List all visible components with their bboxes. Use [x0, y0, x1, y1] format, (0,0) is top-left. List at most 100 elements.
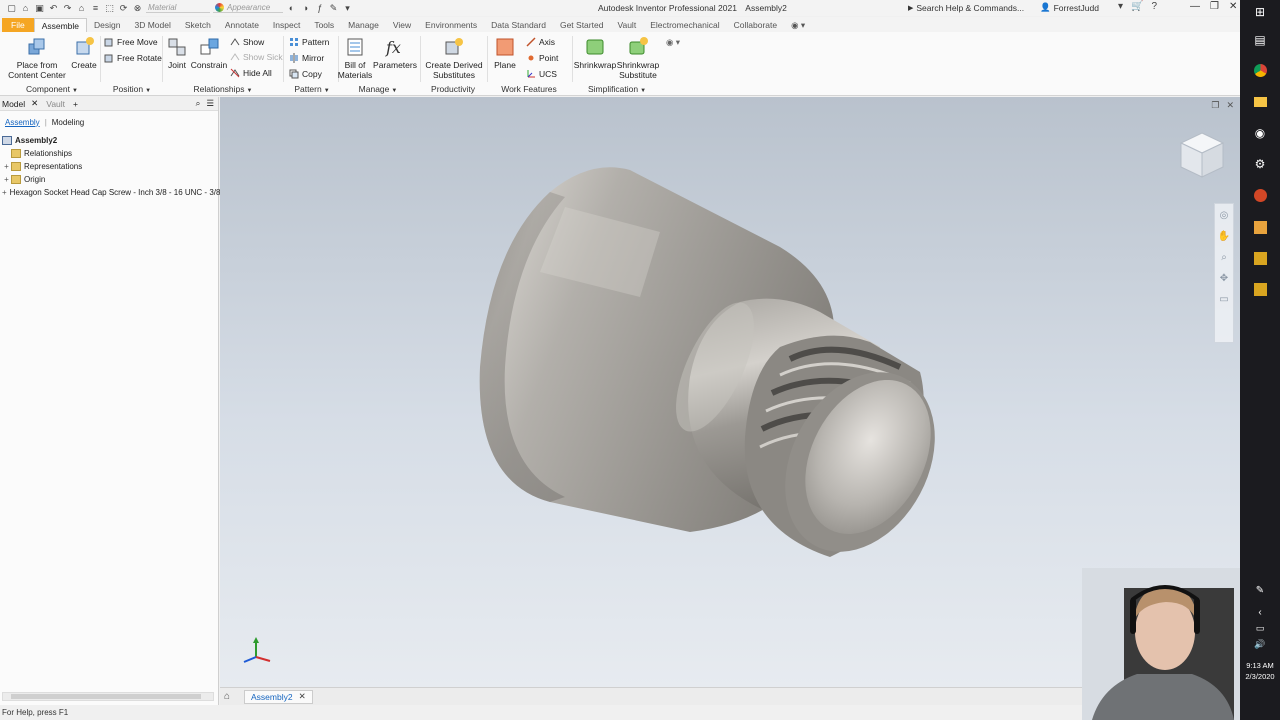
vault-icon-2[interactable]	[1252, 281, 1268, 297]
close-browser-icon[interactable]: ✕	[31, 98, 38, 109]
free-rotate-button[interactable]: Free Rotate	[104, 53, 162, 63]
tab-assemble[interactable]: Assemble	[33, 18, 88, 32]
tab-view[interactable]: View	[386, 18, 418, 32]
tab-annotate[interactable]: Annotate	[218, 18, 266, 32]
tab-tools[interactable]: Tools	[307, 18, 341, 32]
pattern-button[interactable]: Pattern	[289, 37, 329, 47]
settings-gear-icon[interactable]: ⚙	[1252, 156, 1268, 172]
tree-node-relationships[interactable]: Relationships	[0, 147, 218, 160]
modeling-view-link[interactable]: Modeling	[52, 118, 84, 127]
expand-icon[interactable]: +	[2, 188, 7, 197]
point-button[interactable]: Point	[526, 53, 558, 63]
close-tab-icon[interactable]: ✕	[299, 691, 306, 702]
tab-inspect[interactable]: Inspect	[266, 18, 307, 32]
shrinkwrap-substitute-button[interactable]: Shrinkwrap Substitute	[616, 36, 660, 80]
relationships-panel-label[interactable]: Relationships ▼	[164, 84, 282, 94]
start-windows-icon[interactable]: ⊞	[1252, 4, 1268, 20]
tree-node-origin[interactable]: + Origin	[0, 173, 218, 186]
open-file-icon[interactable]: ⌂	[20, 3, 31, 14]
clock-date[interactable]: 2/3/2020	[1242, 672, 1278, 681]
constrain-button[interactable]: Constrain	[190, 36, 228, 70]
free-move-button[interactable]: Free Move	[104, 37, 158, 47]
home-tab-icon[interactable]: ⌂	[224, 691, 238, 702]
zoom-icon[interactable]: ⌕	[1221, 252, 1227, 263]
position-panel-label[interactable]: Position ▼	[102, 84, 162, 94]
vault-icon-1[interactable]	[1252, 250, 1268, 266]
task-view-icon[interactable]: ▤	[1252, 32, 1268, 48]
material-selector[interactable]: Material	[146, 3, 210, 13]
panel-options-icon[interactable]: ◉ ▾	[666, 37, 680, 48]
vault-tab[interactable]: Vault	[46, 99, 65, 109]
simplification-panel-label[interactable]: Simplification ▼	[572, 84, 662, 94]
add-browser-icon[interactable]: +	[73, 99, 78, 109]
tab-design[interactable]: Design	[87, 18, 127, 32]
mirror-button[interactable]: Mirror	[289, 53, 324, 63]
browser-menu-icon[interactable]: ☰	[206, 98, 214, 109]
pan-icon[interactable]: ✋	[1218, 231, 1230, 242]
browser-search-icon[interactable]: ⌕	[196, 98, 201, 109]
shrinkwrap-button[interactable]: Shrinkwrap	[574, 36, 616, 70]
new-file-icon[interactable]: ▢	[6, 3, 17, 14]
cart-icon[interactable]: 🛒	[1131, 1, 1143, 12]
material-clear-icon[interactable]: ⊗	[132, 3, 143, 14]
customize-icon[interactable]: ▾	[342, 3, 353, 14]
home-icon[interactable]: ⌂	[76, 3, 87, 14]
clock-time[interactable]: 9:13 AM	[1242, 661, 1278, 670]
help-icon[interactable]: ?	[1151, 1, 1157, 12]
manage-panel-label[interactable]: Manage ▼	[338, 84, 418, 94]
file-explorer-icon[interactable]	[1252, 94, 1268, 110]
copy-button[interactable]: Copy	[289, 69, 322, 79]
tab-data-standard[interactable]: Data Standard	[484, 18, 553, 32]
tab-vault[interactable]: Vault	[610, 18, 643, 32]
search-help-input[interactable]: Search Help & Commands...	[916, 3, 1024, 13]
look-at-icon[interactable]: ▭	[1219, 294, 1228, 305]
tab-collaborate[interactable]: Collaborate	[727, 18, 784, 32]
appearance-selector[interactable]: Appearance	[213, 3, 283, 13]
tree-node-representations[interactable]: + Representations	[0, 160, 218, 173]
restore-icon[interactable]: ❐	[1210, 1, 1219, 12]
create-derived-substitutes-button[interactable]: Create Derived Substitutes	[424, 36, 484, 80]
account-dropdown-icon[interactable]: ▾	[1118, 1, 1123, 12]
browser-horizontal-scrollbar[interactable]	[2, 692, 214, 701]
properties-icon[interactable]: ≡	[90, 3, 101, 14]
tab-manage[interactable]: Manage	[341, 18, 386, 32]
model-tab[interactable]: Model	[2, 99, 25, 109]
bill-of-materials-button[interactable]: Bill of Materials	[338, 36, 372, 80]
tab-get-started[interactable]: Get Started	[553, 18, 610, 32]
orbit-icon[interactable]: ✥	[1220, 273, 1228, 284]
fx-icon[interactable]: ƒ	[314, 3, 325, 14]
expand-icon[interactable]: +	[2, 162, 11, 171]
tab-environments[interactable]: Environments	[418, 18, 484, 32]
tab-electromechanical[interactable]: Electromechanical	[643, 18, 726, 32]
parameters-button[interactable]: fx Parameters	[373, 36, 417, 70]
steering-wheel-icon[interactable]: ◎	[1220, 210, 1229, 221]
select-icon[interactable]: ⬚	[104, 3, 115, 14]
ucs-button[interactable]: UCS	[526, 69, 557, 79]
edit-icon[interactable]: ✎	[328, 3, 339, 14]
document-tab[interactable]: Assembly2 ✕	[244, 689, 313, 704]
minimize-icon[interactable]: —	[1190, 1, 1200, 12]
help-search-box[interactable]: ▶ Search Help & Commands...	[908, 2, 1036, 14]
plane-button[interactable]: Plane	[490, 36, 520, 70]
user-account[interactable]: 👤 ForrestJudd	[1040, 2, 1099, 13]
undo-icon[interactable]: ↶	[48, 3, 59, 14]
inventor-icon[interactable]	[1252, 219, 1268, 235]
network-icon[interactable]: ▭	[1252, 620, 1268, 636]
show-sick-button[interactable]: Show Sick	[230, 52, 283, 62]
clear-appearance-icon[interactable]: ◑	[300, 3, 311, 14]
tab-file[interactable]: File	[2, 18, 34, 32]
volume-icon[interactable]: 🔊	[1252, 636, 1268, 652]
ribbon-options-icon[interactable]: ◉ ▾	[784, 18, 812, 32]
tree-root[interactable]: Assembly2	[0, 134, 218, 147]
hide-all-button[interactable]: Hide All	[230, 68, 272, 78]
save-icon[interactable]: ▣	[34, 3, 45, 14]
close-window-icon[interactable]: ✕	[1229, 1, 1237, 12]
obs-icon[interactable]: ◉	[1252, 125, 1268, 141]
chrome-icon[interactable]	[1252, 62, 1268, 78]
expand-icon[interactable]: +	[2, 175, 11, 184]
update-icon[interactable]: ⟳	[118, 3, 129, 14]
powerpoint-icon[interactable]	[1252, 187, 1268, 203]
adjust-appearance-icon[interactable]: ◐	[286, 3, 297, 14]
pattern-panel-label[interactable]: Pattern ▼	[286, 84, 338, 94]
redo-icon[interactable]: ↷	[62, 3, 73, 14]
